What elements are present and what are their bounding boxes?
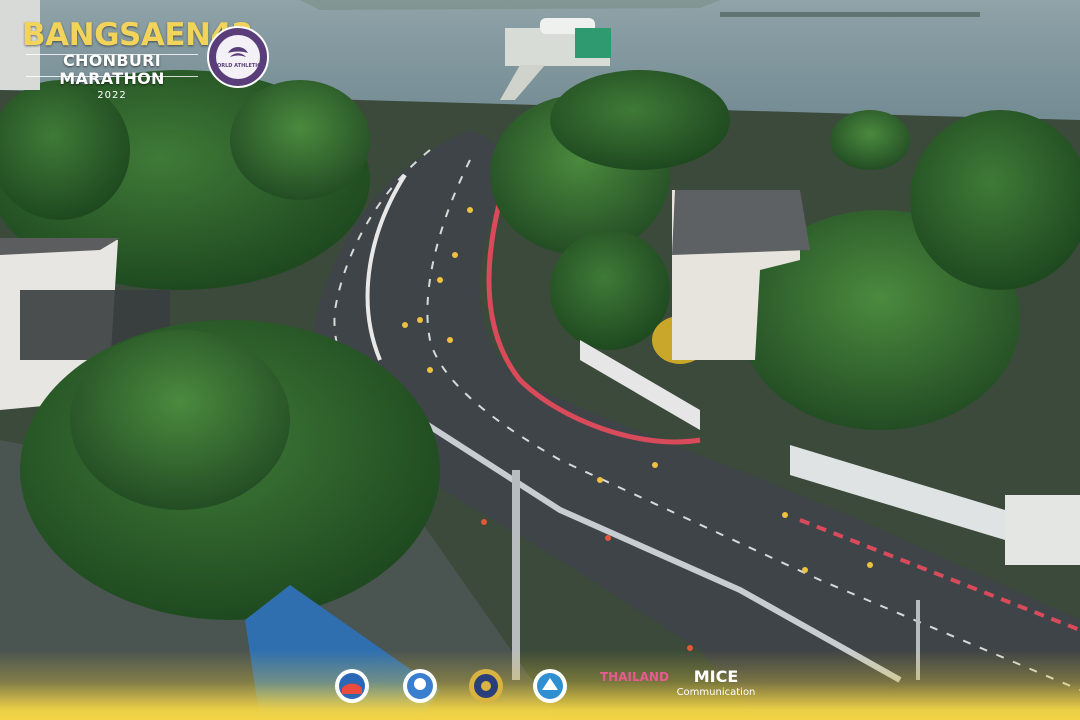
event-title: BANGSAEN42 (22, 17, 253, 53)
thailand-label: THAILAND (600, 670, 669, 684)
event-subtitle: CHONBURI MARATHON (59, 51, 165, 88)
thailand-logo: THAILAND (600, 668, 669, 704)
event-year: 2022 (97, 90, 127, 101)
sponsor-logo-1-icon (335, 669, 369, 703)
mice-label: MICE (693, 667, 739, 686)
sponsor-logo-4-icon (533, 669, 567, 703)
sponsor-logo-3-icon (469, 669, 503, 703)
mice-communication-logo: MICE Communication (676, 668, 756, 708)
event-logo: BANGSAEN42 CHONBURI MARATHON 2022 (22, 17, 253, 104)
world-athletics-badge: WORLD ATHLETICS (207, 26, 269, 88)
sponsor-logo-2-icon (403, 669, 437, 703)
mice-sub-label: Communication (676, 687, 756, 698)
logo-divider (26, 54, 198, 55)
logo-divider (26, 76, 198, 77)
badge-text: WORLD ATHLETICS (211, 63, 264, 69)
aerial-photo (0, 0, 1080, 720)
marathon-aerial-scene: BANGSAEN42 CHONBURI MARATHON 2022 WORLD … (0, 0, 1080, 720)
